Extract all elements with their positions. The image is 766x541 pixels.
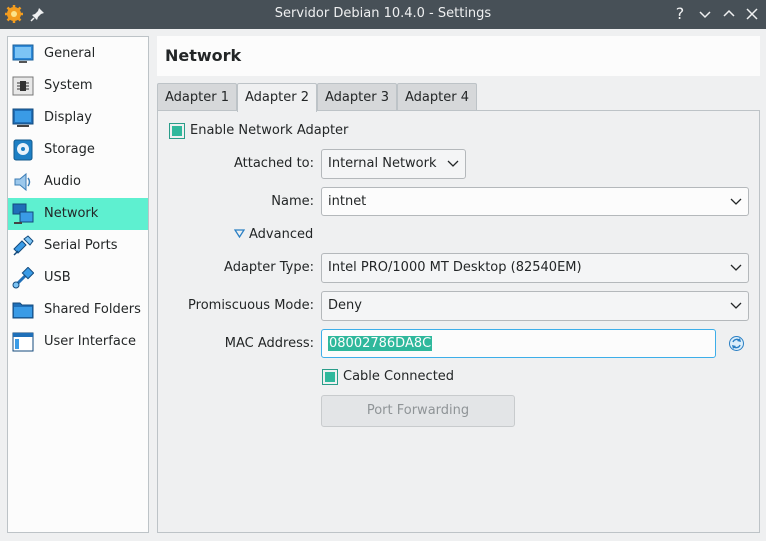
enable-adapter-label[interactable]: Enable Network Adapter <box>190 123 348 138</box>
enable-adapter-checkbox[interactable] <box>169 123 185 139</box>
chevron-down-icon <box>730 302 742 309</box>
adapter-type-dropdown[interactable]: Intel PRO/1000 MT Desktop (82540EM) <box>321 253 749 283</box>
cable-connected-label[interactable]: Cable Connected <box>343 369 454 384</box>
adapter-panel: Enable Network Adapter Attached to: Inte… <box>157 110 760 533</box>
network-icon <box>12 203 34 224</box>
mac-address-value: 08002786DA8C <box>328 336 433 351</box>
sidebar-item-audio[interactable]: Audio <box>8 166 148 198</box>
tab-adapter-3[interactable]: Adapter 3 <box>317 83 397 111</box>
sidebar-item-label: Serial Ports <box>44 238 118 253</box>
sidebar-item-system[interactable]: System <box>8 70 148 102</box>
chevron-down-icon <box>730 264 742 271</box>
mac-address-label: MAC Address: <box>224 336 314 351</box>
network-name-value: intnet <box>328 194 367 209</box>
folder-icon <box>12 302 34 319</box>
tab-adapter-4[interactable]: Adapter 4 <box>397 83 477 111</box>
chip-icon <box>12 76 34 96</box>
sidebar-item-user-interface[interactable]: User Interface <box>8 326 148 358</box>
promiscuous-mode-dropdown[interactable]: Deny <box>321 291 749 321</box>
advanced-toggle[interactable]: Advanced <box>249 227 313 242</box>
page-title: Network <box>165 46 242 65</box>
network-name-combobox[interactable]: intnet <box>321 187 749 216</box>
adapter-type-label: Adapter Type: <box>224 260 314 275</box>
sidebar-item-label: Audio <box>44 174 81 189</box>
disk-icon <box>13 139 33 161</box>
window-icon <box>12 332 34 352</box>
port-forwarding-button[interactable]: Port Forwarding <box>321 395 515 427</box>
sidebar-item-general[interactable]: General <box>8 38 148 70</box>
maximize-icon[interactable] <box>720 5 738 23</box>
title-bar[interactable]: Servidor Debian 10.4.0 - Settings ? <box>0 0 766 29</box>
tab-adapter-2[interactable]: Adapter 2 <box>237 83 317 112</box>
sidebar-item-usb[interactable]: USB <box>8 262 148 294</box>
checkbox-check-mark <box>325 372 335 382</box>
sidebar-item-label: USB <box>44 270 71 285</box>
minimize-icon[interactable] <box>696 5 714 23</box>
serial-port-icon <box>13 235 34 256</box>
help-button[interactable]: ? <box>671 5 689 23</box>
sidebar-item-serial-ports[interactable]: Serial Ports <box>8 230 148 262</box>
page-header: Network <box>157 36 760 76</box>
sidebar-item-shared-folders[interactable]: Shared Folders <box>8 294 148 326</box>
sidebar-item-label: General <box>44 46 96 61</box>
chevron-down-icon[interactable] <box>730 197 742 207</box>
usb-icon <box>12 267 34 289</box>
sidebar-item-storage[interactable]: Storage <box>8 134 148 166</box>
sidebar-item-label: Shared Folders <box>44 302 141 317</box>
mac-address-field[interactable]: 08002786DA8C <box>321 329 716 358</box>
name-label: Name: <box>271 194 314 209</box>
attached-to-dropdown[interactable]: Internal Network <box>321 149 466 179</box>
sidebar-item-label: Network <box>44 206 99 221</box>
window-title: Servidor Debian 10.4.0 - Settings <box>274 6 492 21</box>
triangle-down-icon[interactable] <box>234 229 245 238</box>
adapter-type-value: Intel PRO/1000 MT Desktop (82540EM) <box>328 260 582 275</box>
close-icon[interactable] <box>743 5 761 23</box>
promiscuous-mode-value: Deny <box>328 298 362 313</box>
sidebar-item-label: User Interface <box>44 334 136 349</box>
sidebar-item-label: Storage <box>44 142 95 157</box>
tab-adapter-1[interactable]: Adapter 1 <box>157 83 237 111</box>
monitor-icon <box>12 108 34 127</box>
chevron-down-icon <box>447 160 459 167</box>
attached-to-value: Internal Network <box>328 156 437 171</box>
attached-to-label: Attached to: <box>233 156 314 171</box>
sidebar-item-label: Display <box>44 110 92 125</box>
promiscuous-mode-label: Promiscuous Mode: <box>188 298 314 313</box>
sidebar-item-network[interactable]: Network <box>8 198 148 230</box>
checkbox-check-mark <box>172 126 182 136</box>
settings-sidebar: General System Display Storage Audio Net… <box>7 36 149 533</box>
general-icon <box>12 44 34 63</box>
speaker-icon <box>14 172 31 192</box>
cable-connected-checkbox[interactable] <box>322 369 338 385</box>
sidebar-item-label: System <box>44 78 93 93</box>
sidebar-item-display[interactable]: Display <box>8 102 148 134</box>
refresh-mac-icon[interactable] <box>728 335 745 352</box>
